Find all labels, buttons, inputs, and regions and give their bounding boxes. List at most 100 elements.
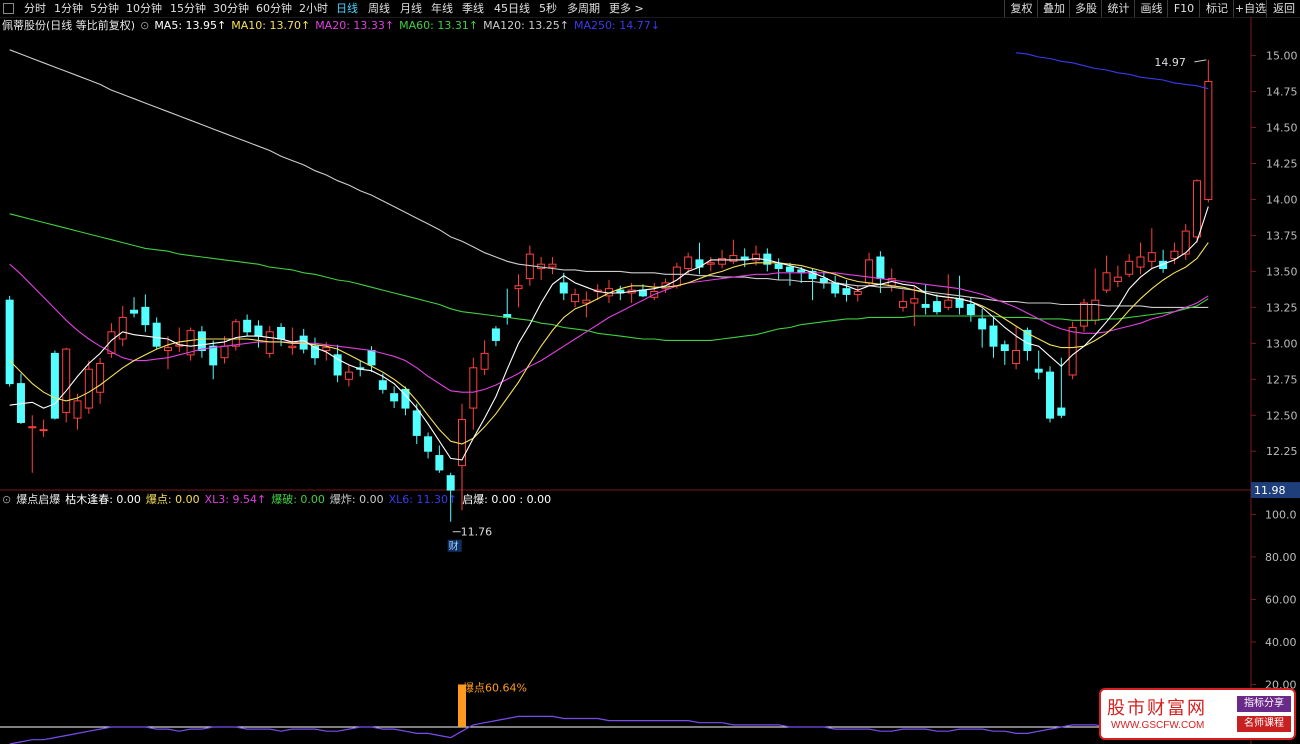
candle-body — [5, 299, 14, 385]
candle-body — [1091, 299, 1100, 321]
candle-body — [367, 350, 376, 366]
candle-body — [944, 299, 953, 308]
y-tick-label: 13.25 — [1266, 301, 1298, 314]
candle-body — [378, 380, 387, 390]
candle-body — [966, 303, 975, 316]
candle-body — [84, 368, 93, 409]
candle-body — [582, 299, 591, 304]
candle-body — [1000, 344, 1009, 352]
candle-body — [1079, 302, 1088, 327]
candle-body — [390, 393, 399, 402]
event-marker: 财 — [449, 540, 459, 553]
candle-body — [1046, 371, 1055, 419]
y-tick-label: 14.25 — [1266, 157, 1298, 170]
watermark: 股市财富网 WWW.GSCFW.COM 指标分享 名师课程 — [1099, 688, 1296, 740]
y-tick-label: 14.50 — [1266, 122, 1298, 135]
y-tick-label: 12.75 — [1266, 373, 1298, 386]
candle-body — [1147, 252, 1156, 262]
candle-body — [197, 331, 206, 352]
candle-body — [774, 263, 783, 270]
candle-body — [141, 306, 150, 326]
candle-body — [243, 319, 252, 333]
y-tick-label: 12.50 — [1266, 409, 1298, 422]
candle-body — [1012, 350, 1021, 364]
candle-body — [152, 322, 161, 347]
candle-body — [1034, 368, 1043, 373]
candle-body — [853, 291, 862, 295]
candle-body — [491, 328, 500, 341]
candle-body — [288, 345, 297, 349]
high-arrow — [1194, 59, 1207, 63]
candle-body — [865, 259, 874, 284]
candle-body — [842, 288, 851, 295]
candle-body — [163, 347, 172, 352]
candle-body — [96, 362, 105, 393]
candle-body — [73, 400, 82, 419]
candle-body — [118, 316, 127, 340]
candle-body — [559, 282, 568, 294]
y-tick-label: 14.00 — [1266, 193, 1298, 206]
candle-body — [978, 318, 987, 330]
current-price-label: 11.98 — [1254, 484, 1286, 497]
candle-body — [672, 266, 681, 287]
candle-body — [921, 303, 930, 308]
candle-body — [231, 321, 240, 347]
watermark-url: WWW.GSCFW.COM — [1111, 720, 1205, 731]
y-tick-label: 13.00 — [1266, 337, 1298, 350]
candle-body — [265, 331, 274, 354]
candle-body — [220, 345, 229, 359]
candle-body — [424, 436, 433, 452]
candle-body — [28, 426, 37, 429]
candle-body — [130, 309, 139, 314]
ma60-line — [9, 213, 1209, 341]
watermark-tag-1: 指标分享 — [1237, 696, 1291, 712]
candle-body — [344, 371, 353, 380]
sub-y-tick-label: 60.00 — [1265, 593, 1297, 606]
y-tick-label: 13.50 — [1266, 265, 1298, 278]
kline-chart[interactable]: 15.00 14.75 14.50 14.25 14.00 13.75 13.50 13.25… — [0, 0, 1300, 744]
candle-body — [50, 352, 59, 419]
candle-body — [955, 298, 964, 308]
y-tick-label: 13.75 — [1266, 229, 1298, 242]
candle-body — [1068, 326, 1077, 376]
y-tick-label: 14.75 — [1266, 86, 1298, 99]
candle-body — [62, 348, 71, 413]
sub-line — [9, 715, 1209, 744]
candle-body — [1125, 260, 1134, 275]
candle-body — [932, 301, 941, 313]
candle-body — [322, 347, 331, 352]
low-annotation: 11.76 — [461, 526, 493, 539]
candle-body — [254, 325, 263, 337]
candle-body — [684, 256, 693, 270]
candle-body — [718, 257, 727, 265]
candle-body — [39, 429, 48, 432]
candle-body — [514, 285, 523, 290]
candle-body — [1136, 256, 1145, 268]
sub-y-tick-label: 100.0 — [1265, 508, 1297, 521]
candle-body — [1204, 80, 1213, 200]
candle-body — [1057, 407, 1066, 416]
watermark-tag-2: 名师课程 — [1237, 716, 1291, 732]
candle-body — [1193, 180, 1202, 238]
candle-body — [831, 282, 840, 294]
candle-body — [435, 455, 444, 471]
candle-body — [785, 266, 794, 272]
watermark-title: 股市财富网 — [1107, 698, 1207, 719]
candle-body — [412, 410, 421, 436]
candle-body — [910, 298, 919, 304]
candle-body — [446, 475, 455, 491]
candle-body — [480, 352, 489, 370]
candle-body — [209, 345, 218, 366]
ma120-line — [9, 49, 1209, 308]
y-tick-label: 12.25 — [1266, 445, 1298, 458]
sub-y-tick-label: 40.00 — [1265, 636, 1297, 649]
burst-label: 爆点60.64% — [463, 680, 527, 694]
candle-body — [469, 367, 478, 409]
candle-body — [1113, 276, 1122, 282]
y-tick-label: 15.00 — [1266, 50, 1298, 63]
candle-body — [899, 301, 908, 308]
candle-body — [989, 325, 998, 347]
candle-body — [876, 256, 885, 280]
candle-body — [729, 255, 738, 262]
high-annotation: 14.97 — [1154, 56, 1186, 69]
